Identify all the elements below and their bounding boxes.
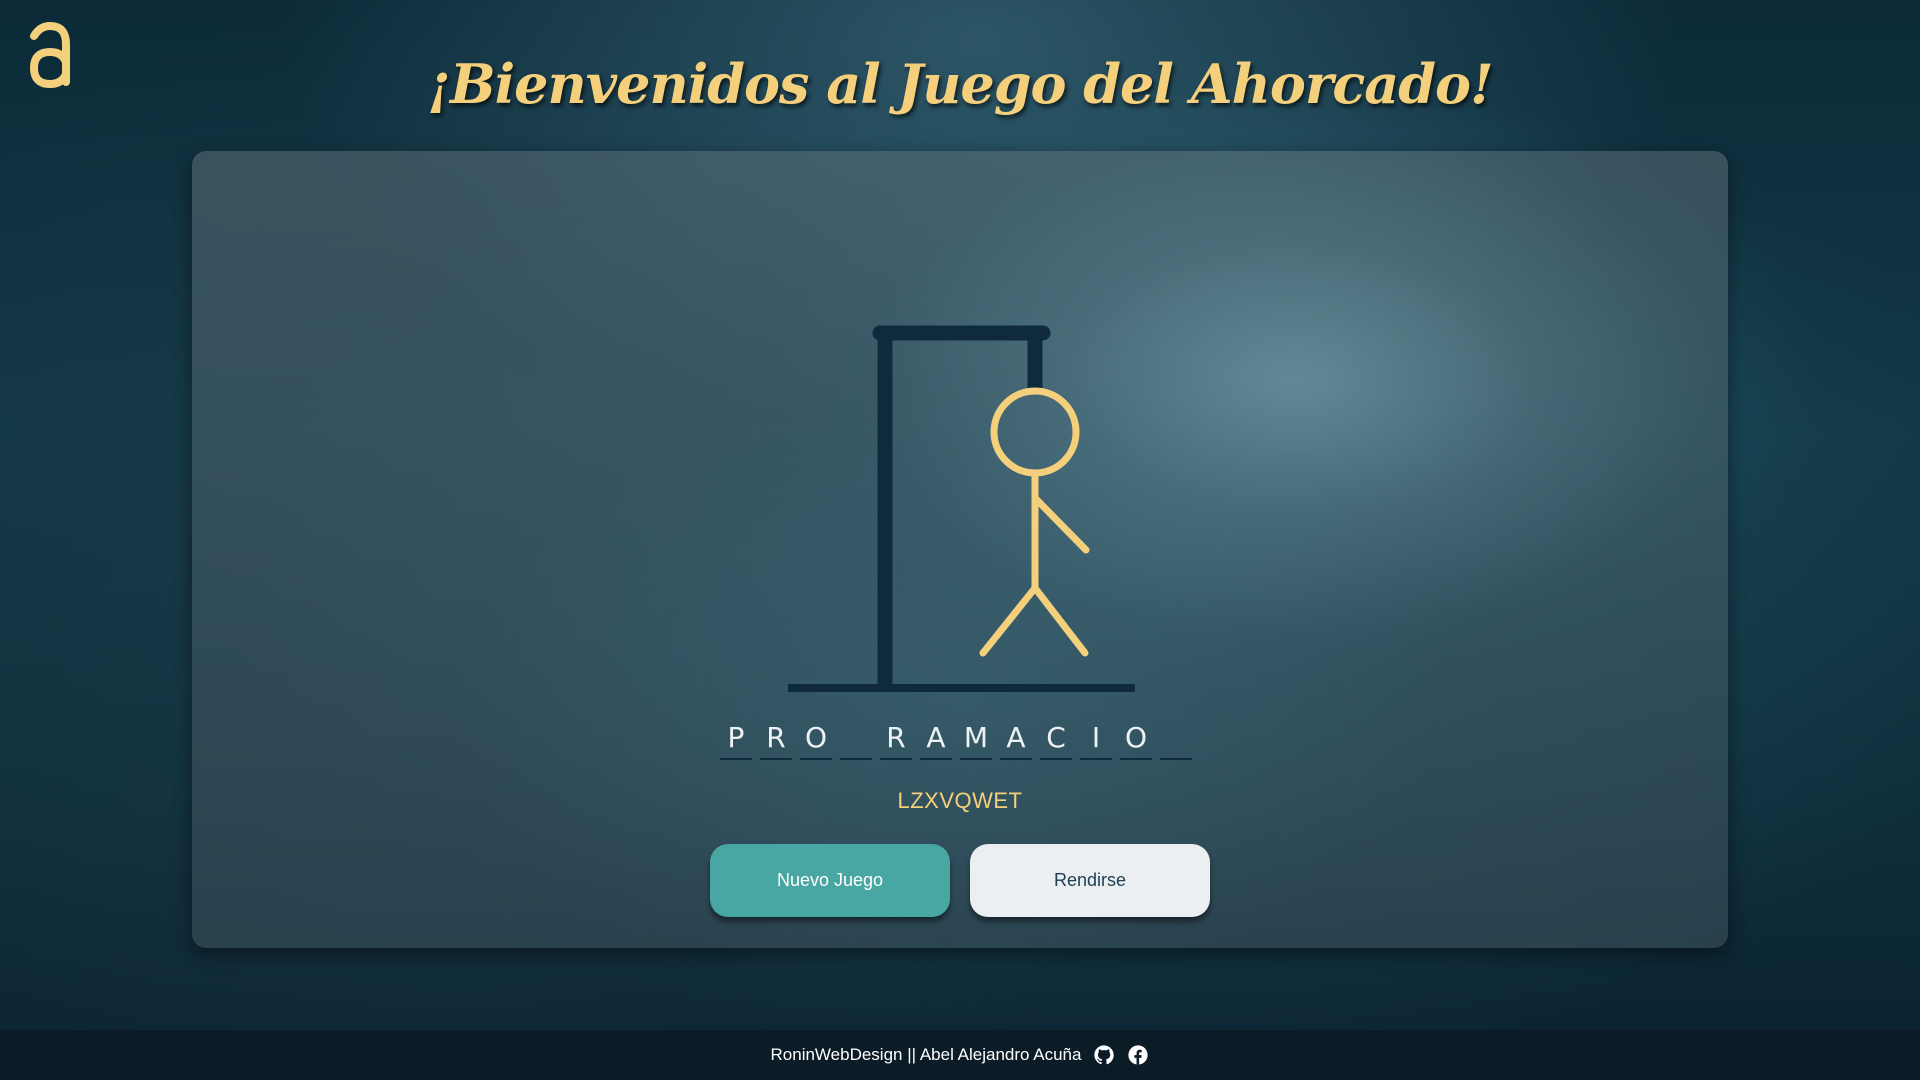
- footer-credits: RoninWebDesign || Abel Alejandro Acuña: [770, 1045, 1082, 1064]
- new-game-button[interactable]: Nuevo Juego: [710, 844, 950, 917]
- letter-slot: I: [1080, 718, 1112, 760]
- hangman-right-leg: [1031, 584, 1089, 657]
- letter-slot: O: [1120, 718, 1152, 760]
- hangman-left-leg: [979, 584, 1039, 657]
- word-display: P R O R A M A C I O: [720, 718, 1192, 760]
- letter-slot: [840, 718, 872, 760]
- letter-slot: P: [720, 718, 752, 760]
- gallows-structure: [788, 325, 1135, 692]
- letter-slot: C: [1040, 718, 1072, 760]
- hangman-drawing: [788, 325, 1135, 692]
- letter-slot: [1160, 718, 1192, 760]
- footer: RoninWebDesign || Abel Alejandro Acuña: [0, 1030, 1920, 1080]
- letter-slot: R: [880, 718, 912, 760]
- letter-slot: R: [760, 718, 792, 760]
- hangman-figure: [979, 387, 1090, 657]
- wrong-letters: LZXVQWET: [897, 788, 1023, 813]
- hangman-arm: [1031, 494, 1090, 554]
- give-up-button[interactable]: Rendirse: [970, 844, 1210, 917]
- letter-slot: A: [920, 718, 952, 760]
- letter-slot: O: [800, 718, 832, 760]
- letter-slot: M: [960, 718, 992, 760]
- letter-slot: A: [1000, 718, 1032, 760]
- page-title: ¡Bienvenidos al Juego del Ahorcado!: [427, 52, 1493, 116]
- facebook-icon[interactable]: [1127, 1044, 1149, 1066]
- github-icon[interactable]: [1093, 1044, 1115, 1066]
- hangman-head: [990, 387, 1080, 477]
